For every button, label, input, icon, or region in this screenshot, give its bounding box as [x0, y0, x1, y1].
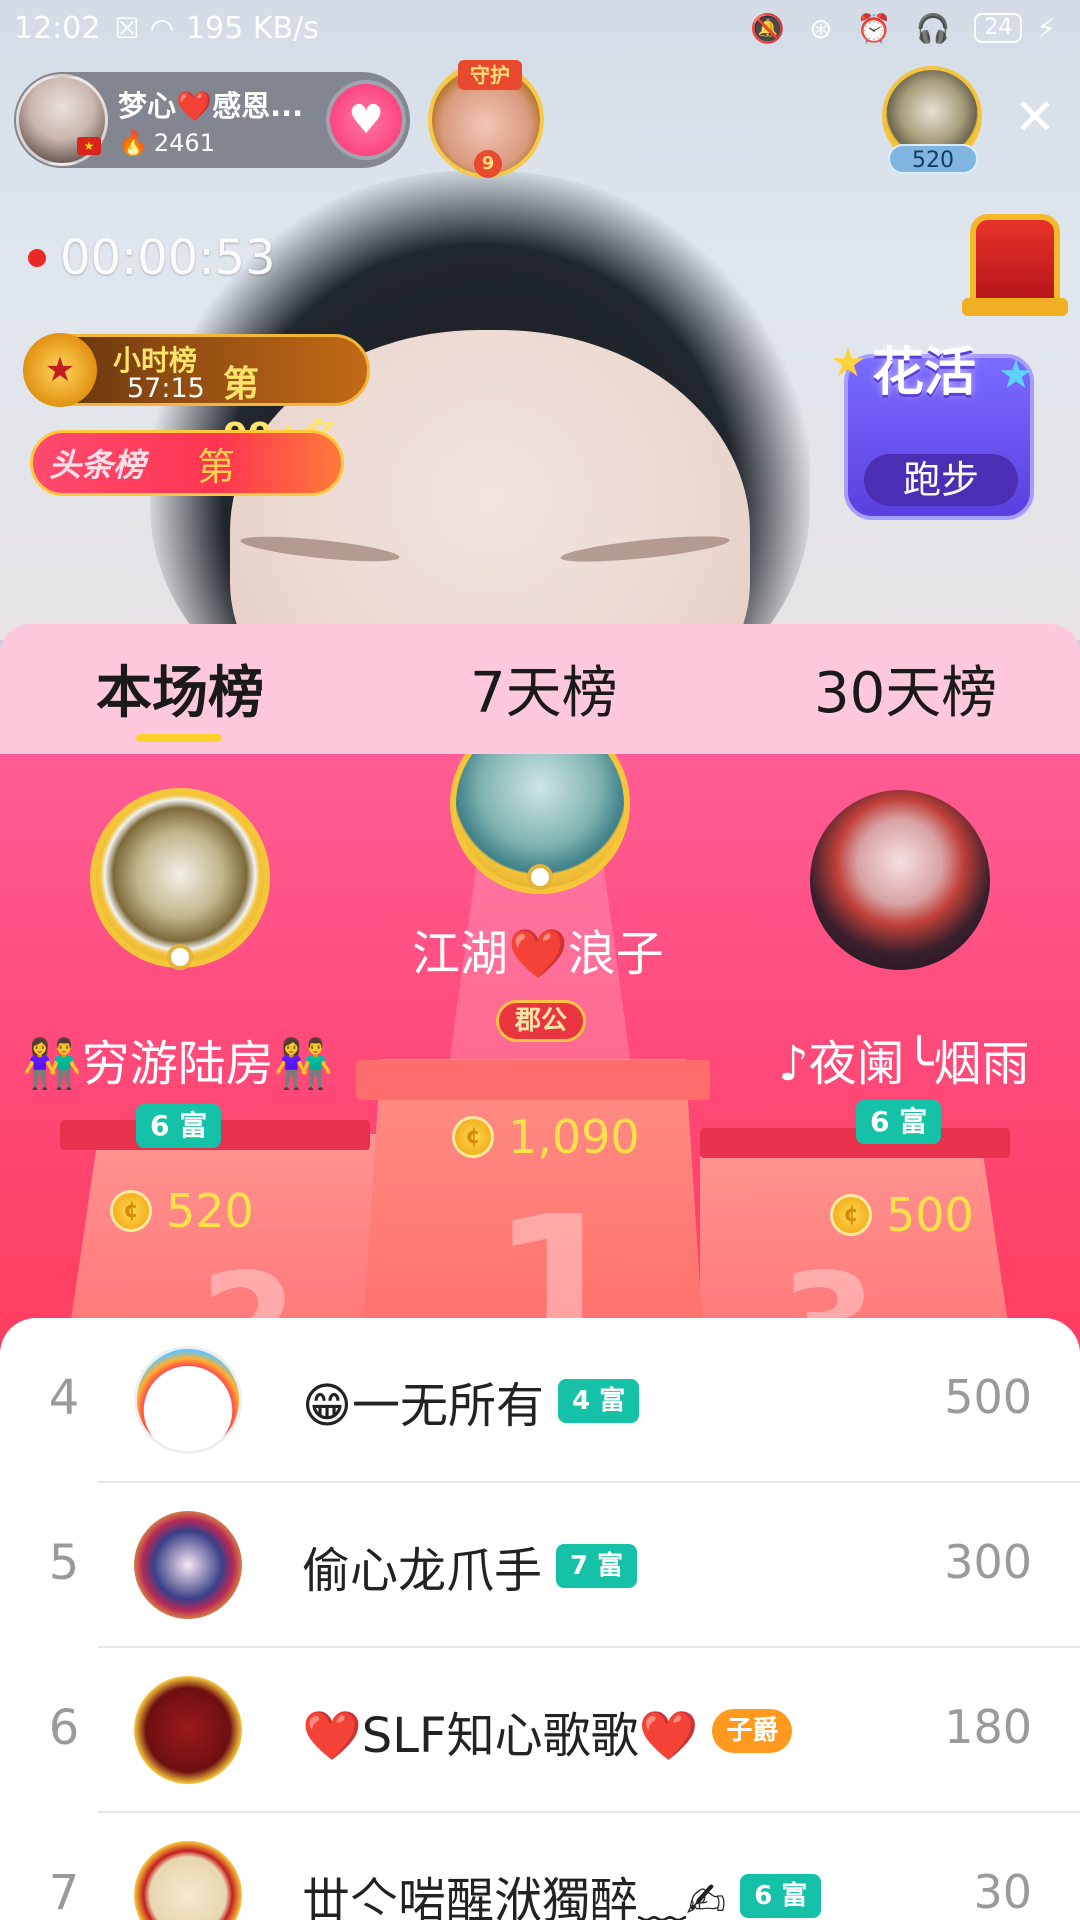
tab-7-days[interactable]: 7天榜 — [470, 648, 618, 729]
star-icon: ★ — [830, 340, 866, 386]
list-rank: 5 — [48, 1535, 80, 1591]
second-place-coins: ¢ 520 — [110, 1184, 254, 1238]
no-sim-icon: ☒ — [114, 11, 140, 45]
list-avatar[interactable] — [134, 1346, 242, 1454]
list-score: 30 — [973, 1865, 1032, 1919]
coin-icon: ¢ — [110, 1190, 152, 1232]
hour-rank-button[interactable]: ★ 小时榜 57:15 第99+名 — [23, 333, 370, 457]
first-place-name: 江湖❤️浪子 — [412, 926, 664, 982]
activity-title: 花活 — [872, 343, 977, 403]
list-user-name: ❤️SLF知心歌歌❤️ 子爵 — [302, 1696, 793, 1766]
trophy-icon: ★ — [23, 333, 97, 407]
host-avatar[interactable]: ★ — [16, 74, 108, 166]
list-item[interactable]: 6 ❤️SLF知心歌歌❤️ 子爵 180 — [0, 1648, 1080, 1813]
rich-level-badge: 4 富 — [558, 1379, 640, 1423]
host-heat: 2461 — [153, 129, 215, 157]
throne-icon[interactable] — [962, 214, 1068, 316]
alarm-icon: ⏰ — [856, 11, 892, 45]
second-place-avatar[interactable] — [90, 788, 270, 970]
first-place-title-badge: 郡公 — [496, 1000, 587, 1042]
status-time: 12:02 — [14, 10, 101, 46]
activity-widget[interactable]: ★ 花活 ★ 跑步 — [830, 340, 1034, 520]
mute-bell-icon: 🔕 — [750, 11, 786, 45]
host-info[interactable]: ★ 梦心❤️感恩... 🔥 2461 ♥ — [14, 72, 410, 168]
list-score: 500 — [944, 1370, 1032, 1424]
status-bar: 12:02 ☒ ◠ 195 KB/s 🔕 ⊛ ⏰ 🎧 24 ⚡ — [0, 0, 1080, 56]
list-score: 300 — [944, 1535, 1032, 1589]
third-place-coins: ¢ 500 — [830, 1188, 974, 1242]
list-user-name: 丗亽啱醒洑獨醉﹏✍ 6 富 — [302, 1861, 822, 1920]
list-rank: 6 — [48, 1700, 80, 1756]
guard-label: 守护 — [458, 60, 522, 90]
fire-icon: 🔥 — [118, 129, 148, 157]
china-flag-icon: ★ — [77, 137, 101, 155]
list-user-name: 😁一无所有 4 富 — [302, 1366, 640, 1436]
podium: 1 2 3 江湖❤️浪子 郡公 ¢ 1,090 👫穷游陆房👫 6 富 ¢ 520… — [0, 754, 1080, 1350]
list-rank: 4 — [48, 1370, 80, 1426]
list-score: 180 — [944, 1700, 1032, 1754]
headline-rank-label: 头条榜 — [49, 446, 146, 484]
third-place-avatar[interactable] — [810, 790, 990, 970]
live-duration: 00:00:53 — [60, 230, 276, 286]
tab-30-days[interactable]: 30天榜 — [814, 648, 997, 729]
live-timer: 00:00:53 — [28, 230, 276, 286]
list-rank: 7 — [48, 1865, 80, 1920]
headline-rank-position: 第 — [197, 444, 236, 489]
third-place-name: ♪夜阑╰烟雨 — [778, 1036, 1030, 1092]
close-icon[interactable]: ✕ — [1010, 92, 1060, 142]
third-place-rich-badge: 6 富 — [856, 1100, 942, 1144]
network-speed: 195 KB/s — [186, 10, 319, 46]
second-place-name: 👫穷游陆房👫 — [22, 1036, 334, 1092]
guard-level: 9 — [474, 150, 502, 178]
second-place-rich-badge: 6 富 — [136, 1104, 222, 1148]
lock-rotation-icon: ⊛ — [809, 11, 833, 45]
rich-level-badge: 6 富 — [740, 1874, 822, 1918]
guard-badge[interactable]: 守护 9 — [428, 60, 544, 178]
active-tab-indicator — [136, 734, 222, 742]
run-button[interactable]: 跑步 — [864, 454, 1018, 506]
coin-icon: ¢ — [452, 1116, 494, 1158]
list-avatar[interactable] — [134, 1841, 242, 1920]
recording-dot-icon — [28, 249, 46, 267]
hour-rank-countdown: 57:15 — [127, 373, 205, 404]
star-icon: ★ — [998, 352, 1034, 398]
rank-list: 4 😁一无所有 4 富 500 5 偷心龙爪手 7 富 300 6 ❤️SLF知… — [0, 1318, 1080, 1920]
viewer-count: 520 — [888, 144, 978, 174]
headphones-icon: 🎧 — [915, 11, 951, 45]
headline-rank-button[interactable]: 头条榜 第 — [30, 430, 344, 496]
list-item[interactable]: 4 😁一无所有 4 富 500 — [0, 1318, 1080, 1483]
list-user-name: 偷心龙爪手 7 富 — [302, 1531, 638, 1601]
battery-level: 24 — [974, 13, 1023, 43]
rich-level-badge: 7 富 — [556, 1544, 638, 1588]
first-place-coins: ¢ 1,090 — [452, 1110, 640, 1164]
leaderboard-tabs: 本场榜 7天榜 30天榜 — [0, 624, 1080, 754]
follow-heart-button[interactable]: ♥ — [330, 84, 402, 156]
list-item[interactable]: 7 丗亽啱醒洑獨醉﹏✍ 6 富 30 — [0, 1813, 1080, 1920]
coin-icon: ¢ — [830, 1194, 872, 1236]
noble-title-badge: 子爵 — [712, 1709, 793, 1753]
host-name: 梦心❤️感恩... — [118, 89, 304, 123]
list-item[interactable]: 5 偷心龙爪手 7 富 300 — [0, 1483, 1080, 1648]
list-avatar[interactable] — [134, 1676, 242, 1784]
wifi-icon: ◠ — [149, 11, 175, 45]
list-avatar[interactable] — [134, 1511, 242, 1619]
tab-this-session[interactable]: 本场榜 — [96, 648, 264, 729]
charging-icon: ⚡ — [1036, 11, 1056, 45]
